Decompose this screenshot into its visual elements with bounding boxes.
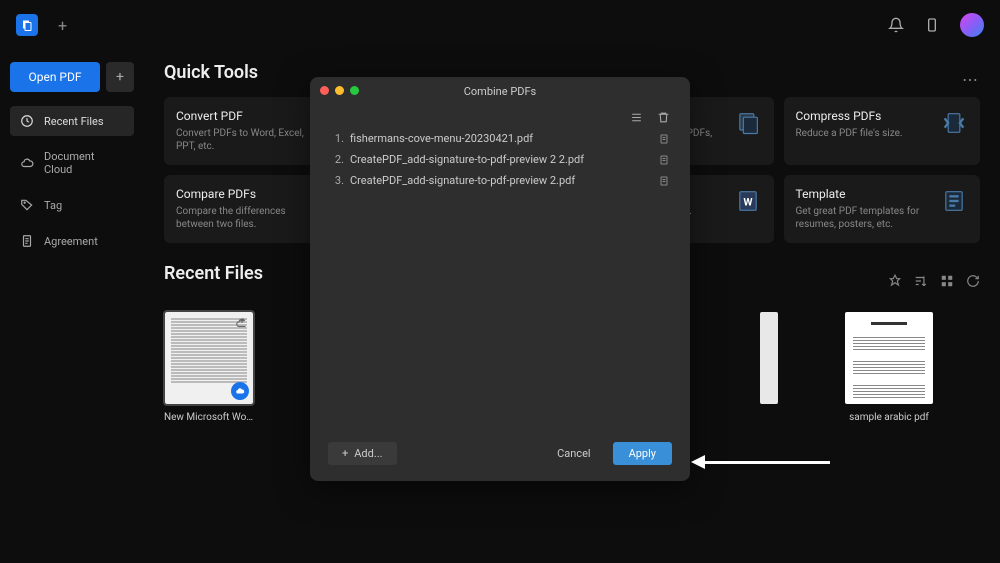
upload-icon (235, 316, 249, 330)
page-icon[interactable] (658, 154, 670, 166)
sidebar-item-label: Document Cloud (44, 150, 124, 176)
file-thumb (845, 312, 933, 404)
refresh-icon[interactable] (966, 274, 980, 288)
trash-icon[interactable] (657, 111, 670, 124)
cancel-button[interactable]: Cancel (545, 442, 602, 465)
sidebar-item-recent[interactable]: Recent Files (10, 106, 134, 136)
recent-files-title: Recent Files (164, 263, 263, 284)
maximize-icon[interactable] (350, 86, 359, 95)
file-name: CreatePDF_add-signature-to-pdf-preview 2… (350, 174, 575, 187)
file-list: 1. fishermans-cove-menu-20230421.pdf 2. … (310, 128, 690, 430)
clock-icon (20, 114, 34, 128)
dialog-titlebar[interactable]: Combine PDFs (310, 77, 690, 105)
plus-icon: + (342, 447, 348, 460)
recent-file-item[interactable] (724, 312, 814, 423)
annotation-arrow (691, 455, 830, 469)
file-label: New Microsoft Wo... (164, 412, 254, 423)
avatar[interactable] (960, 13, 984, 37)
sidebar-item-label: Recent Files (44, 115, 104, 128)
file-row[interactable]: 3. CreatePDF_add-signature-to-pdf-previe… (330, 170, 670, 191)
doc-icon (20, 234, 34, 248)
list-icon[interactable] (630, 111, 643, 124)
app-logo[interactable] (16, 14, 38, 36)
sidebar: Open PDF + Recent Files Document Cloud T… (0, 50, 144, 563)
combine-pdfs-dialog: Combine PDFs 1. fishermans-cove-menu-202… (310, 77, 690, 481)
page-icon[interactable] (658, 175, 670, 187)
sort-icon[interactable] (914, 274, 928, 288)
bell-icon[interactable] (888, 17, 904, 33)
new-tab-button[interactable]: + (58, 16, 67, 35)
minimize-icon[interactable] (335, 86, 344, 95)
file-name: CreatePDF_add-signature-to-pdf-preview 2… (350, 153, 584, 166)
pin-icon[interactable] (888, 274, 902, 288)
cloud-icon (20, 156, 34, 170)
add-button[interactable]: + Add... (328, 442, 397, 465)
pdf-icon (734, 109, 762, 137)
titlebar: + (0, 0, 1000, 50)
open-pdf-plus[interactable]: + (106, 62, 134, 92)
sidebar-item-cloud[interactable]: Document Cloud (10, 142, 134, 184)
sidebar-item-label: Tag (44, 199, 62, 212)
file-name: fishermans-cove-menu-20230421.pdf (350, 132, 533, 145)
tool-compress[interactable]: Compress PDFs Reduce a PDF file's size. (784, 97, 981, 165)
recent-file-item[interactable]: sample arabic pdf (844, 312, 934, 423)
sidebar-item-label: Agreement (44, 235, 98, 248)
file-label: sample arabic pdf (849, 412, 929, 423)
template-icon (940, 187, 968, 215)
recent-file-item[interactable]: New Microsoft Wo... (164, 312, 254, 423)
tool-template[interactable]: Template Get great PDF templates for res… (784, 175, 981, 243)
quick-tools-title: Quick Tools (164, 62, 258, 83)
open-pdf-button[interactable]: Open PDF (10, 62, 100, 92)
close-icon[interactable] (320, 86, 329, 95)
tag-icon (20, 198, 34, 212)
compress-icon (940, 109, 968, 137)
file-row[interactable]: 1. fishermans-cove-menu-20230421.pdf (330, 128, 670, 149)
file-thumb (165, 312, 253, 404)
tools-more-icon[interactable]: ⋯ (962, 70, 980, 89)
sidebar-item-agreement[interactable]: Agreement (10, 226, 134, 256)
apply-button[interactable]: Apply (613, 442, 672, 465)
word-icon: W (734, 187, 762, 215)
grid-icon[interactable] (940, 274, 954, 288)
cloud-badge-icon (231, 382, 249, 400)
phone-icon[interactable] (924, 17, 940, 33)
sidebar-item-tag[interactable]: Tag (10, 190, 134, 220)
page-icon[interactable] (658, 133, 670, 145)
file-row[interactable]: 2. CreatePDF_add-signature-to-pdf-previe… (330, 149, 670, 170)
svg-text:W: W (743, 196, 753, 209)
file-thumb (760, 312, 778, 404)
dialog-title: Combine PDFs (464, 85, 536, 98)
